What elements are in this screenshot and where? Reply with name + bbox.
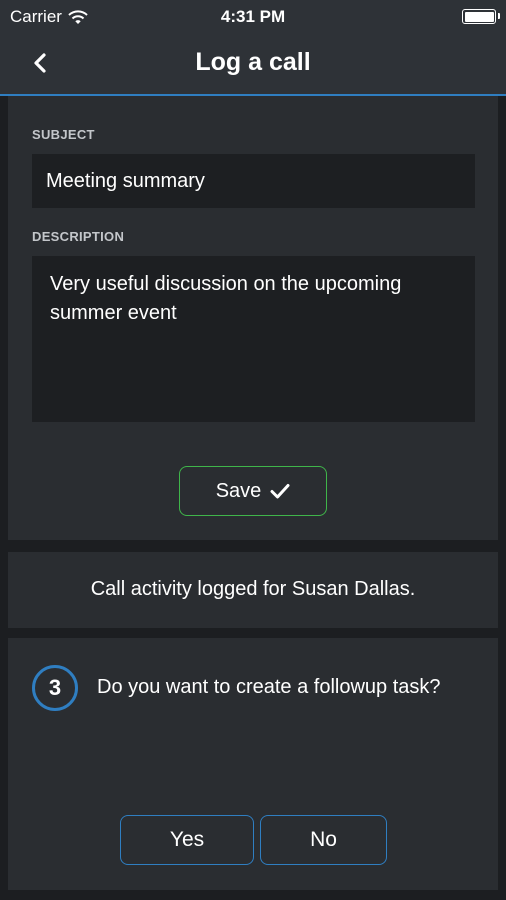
log-confirmation-text: Call activity logged for Susan Dallas. — [90, 578, 416, 600]
save-button-label: Save — [215, 479, 262, 502]
subject-field[interactable]: Meeting summary — [32, 154, 475, 208]
no-button[interactable]: No — [260, 815, 387, 865]
page-title: Log a call — [195, 48, 311, 76]
checkmark-icon — [270, 484, 290, 499]
description-field[interactable]: Very useful discussion on the upcoming s… — [32, 256, 475, 422]
status-bar: Carrier 4:31 PM — [0, 0, 506, 34]
battery-icon — [462, 9, 500, 24]
log-call-form: SUBJECT Meeting summary DESCRIPTION Very… — [8, 96, 498, 540]
status-time: 4:31 PM — [220, 7, 286, 26]
followup-card: 3 Do you want to create a followup task?… — [8, 638, 498, 890]
yes-button[interactable]: Yes — [120, 815, 254, 865]
followup-question: Do you want to create a followup task? — [97, 676, 441, 698]
description-label: DESCRIPTION — [32, 229, 125, 244]
nav-bar: Log a call — [0, 34, 506, 96]
log-confirmation-card: Call activity logged for Susan Dallas. — [8, 552, 498, 628]
step-number-badge: 3 — [32, 665, 78, 711]
save-button[interactable]: Save — [179, 466, 327, 516]
subject-label: SUBJECT — [32, 127, 95, 142]
